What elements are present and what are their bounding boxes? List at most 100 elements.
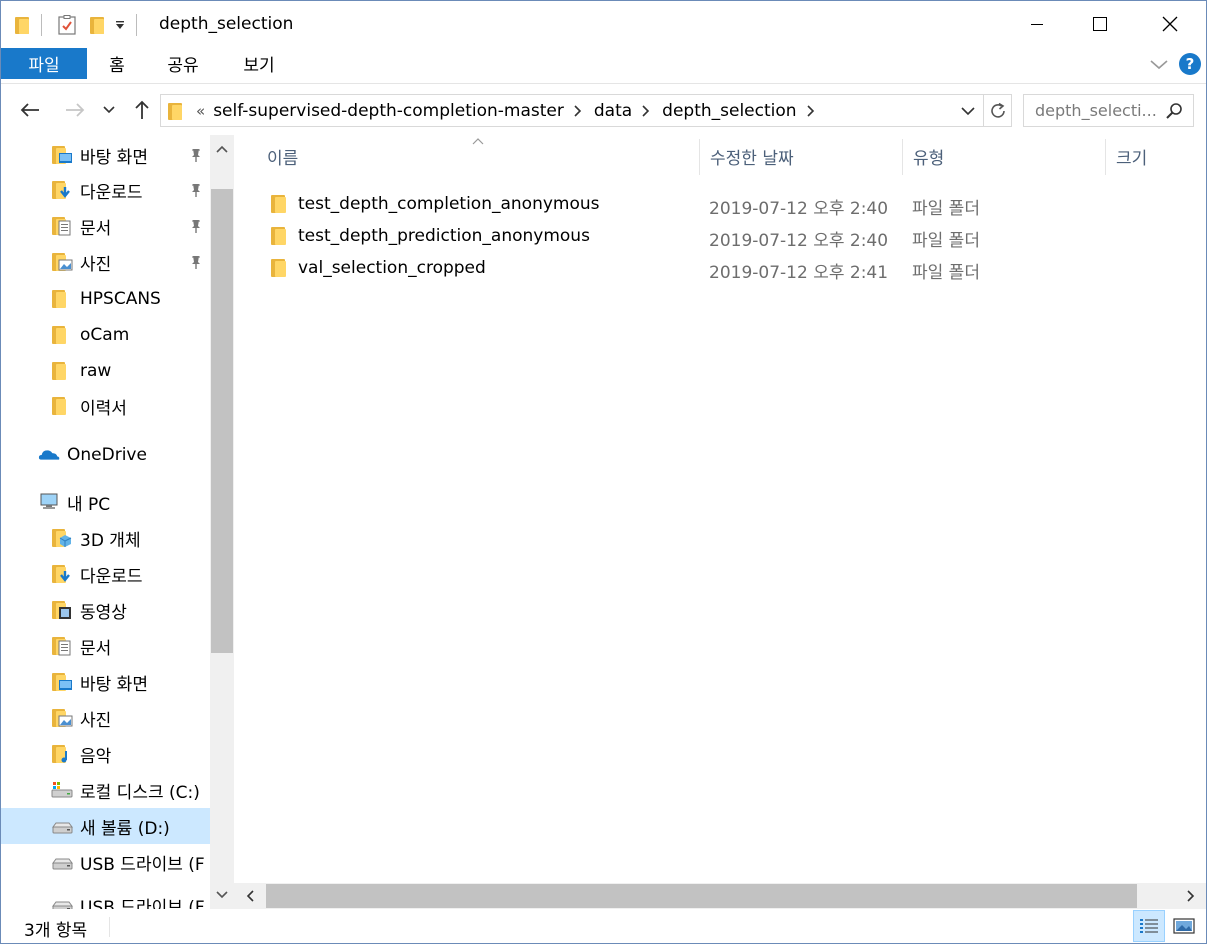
title-divider <box>136 14 137 36</box>
window-title: depth_selection <box>159 14 294 34</box>
3d-objects-icon <box>52 529 72 547</box>
content-horizontal-scrollbar[interactable] <box>234 883 1206 909</box>
column-header-modified[interactable]: 수정한 날짜 <box>710 135 794 177</box>
tab-view[interactable]: 보기 <box>233 47 285 79</box>
scroll-right-icon[interactable] <box>1187 890 1195 902</box>
column-divider[interactable] <box>1105 139 1106 175</box>
forward-button[interactable] <box>62 97 88 123</box>
this-pc-item[interactable]: 다운로드 <box>1 556 210 592</box>
desktop-folder-icon <box>52 146 72 164</box>
breadcrumb-depth-selection[interactable]: depth_selection <box>662 101 796 121</box>
properties-icon[interactable] <box>58 15 76 35</box>
column-header-type[interactable]: 유형 <box>913 135 944 177</box>
quick-access-item[interactable]: raw <box>1 353 210 389</box>
quick-access-item[interactable]: oCam <box>1 317 210 353</box>
tab-file[interactable]: 파일 <box>1 48 87 79</box>
this-pc-item[interactable]: 바탕 화면 <box>1 664 210 700</box>
sort-ascending-icon <box>472 138 484 145</box>
details-view-button[interactable] <box>1133 910 1165 942</box>
breadcrumb-data[interactable]: data <box>594 101 632 121</box>
downloads-folder-icon <box>52 565 70 583</box>
nav-item-label: 내 PC <box>67 494 111 515</box>
this-pc-item[interactable]: 3D 개체 <box>1 520 210 556</box>
documents-folder-icon <box>52 217 71 236</box>
minimize-button[interactable] <box>1014 1 1060 47</box>
maximize-button[interactable] <box>1077 1 1123 47</box>
scroll-down-icon[interactable] <box>216 891 228 899</box>
address-bar[interactable]: « self-supervised-depth-completion-maste… <box>160 94 984 127</box>
quick-access-item[interactable]: 바탕 화면 <box>1 137 210 173</box>
nav-item-this-pc[interactable]: 내 PC <box>1 484 210 520</box>
file-row[interactable]: val_selection_cropped 2019-07-12 오후 2:41… <box>264 252 1134 284</box>
help-icon[interactable]: ? <box>1179 53 1201 75</box>
column-header-size[interactable]: 크기 <box>1116 135 1147 177</box>
chevron-right-icon[interactable] <box>642 104 650 117</box>
recent-locations-button[interactable] <box>98 97 120 123</box>
scroll-left-icon[interactable] <box>246 890 254 902</box>
nav-item-label: 음악 <box>80 746 112 767</box>
folder-icon <box>52 290 66 308</box>
scroll-up-icon[interactable] <box>216 145 228 153</box>
close-icon <box>1162 16 1178 32</box>
this-pc-item[interactable]: 문서 <box>1 628 210 664</box>
nav-item-label: 문서 <box>80 218 112 239</box>
back-button[interactable] <box>17 97 43 123</box>
large-icons-view-button[interactable] <box>1168 910 1200 942</box>
column-header-name[interactable]: 이름 <box>267 135 298 177</box>
nav-item-label: USB 드라이브 (F <box>80 897 205 910</box>
up-button[interactable] <box>129 97 155 123</box>
nav-item-label: oCam <box>80 325 130 345</box>
close-button[interactable] <box>1147 1 1193 47</box>
expand-ribbon-icon[interactable] <box>1148 53 1170 75</box>
quick-access-item[interactable]: 문서 <box>1 208 210 244</box>
customize-toolbar-icon[interactable] <box>114 19 126 31</box>
pin-icon[interactable] <box>188 218 204 234</box>
up-arrow-icon <box>135 100 149 119</box>
item-count: 3개 항목 <box>24 921 88 941</box>
file-modified: 2019-07-12 오후 2:41 <box>709 263 889 283</box>
pin-icon[interactable] <box>188 147 204 163</box>
this-pc-item[interactable]: 새 볼륨 (D:) <box>1 808 210 844</box>
refresh-button[interactable] <box>984 94 1012 127</box>
nav-item-label: 사진 <box>80 710 112 731</box>
chevron-right-icon[interactable] <box>806 104 815 117</box>
this-pc-item[interactable]: USB 드라이브 (F <box>1 844 210 880</box>
column-divider[interactable] <box>902 139 903 175</box>
music-folder-icon <box>52 745 67 763</box>
horizontal-scroll-thumb[interactable] <box>266 884 1137 908</box>
nav-scroll-thumb[interactable] <box>211 189 233 653</box>
file-row[interactable]: test_depth_prediction_anonymous 2019-07-… <box>264 220 1134 252</box>
this-pc-item[interactable]: 사진 <box>1 700 210 736</box>
tab-share[interactable]: 공유 <box>157 47 209 79</box>
nav-item-label: 동영상 <box>80 602 127 623</box>
search-icon[interactable] <box>1165 102 1183 120</box>
chevron-right-icon[interactable] <box>574 104 582 117</box>
new-folder-icon[interactable] <box>90 16 104 34</box>
nav-item-onedrive[interactable]: OneDrive <box>1 437 210 473</box>
quick-access-item[interactable]: HPSCANS <box>1 281 210 317</box>
quick-access-item[interactable]: 다운로드 <box>1 172 210 208</box>
nav-item-label: 3D 개체 <box>80 530 141 551</box>
pin-icon[interactable] <box>188 254 204 270</box>
this-pc-item[interactable]: 로컬 디스크 (C:) <box>1 772 210 808</box>
breadcrumb-project[interactable]: self-supervised-depth-completion-master <box>213 101 564 121</box>
this-pc-item[interactable]: USB 드라이브 (F <box>1 887 210 909</box>
nav-item-label: HPSCANS <box>80 289 161 309</box>
column-divider[interactable] <box>699 139 700 175</box>
folder-icon <box>271 195 286 213</box>
breadcrumb-overflow[interactable]: « <box>196 102 205 120</box>
this-pc-item[interactable]: 음악 <box>1 736 210 772</box>
search-box[interactable]: depth_selecti... <box>1023 94 1194 127</box>
this-pc-item[interactable]: 동영상 <box>1 592 210 628</box>
file-modified: 2019-07-12 오후 2:40 <box>709 199 889 219</box>
quick-access-item[interactable]: 이력서 <box>1 388 210 424</box>
status-bar: 3개 항목 <box>1 909 1206 943</box>
address-dropdown-icon[interactable] <box>961 106 975 116</box>
pin-icon[interactable] <box>188 182 204 198</box>
nav-scrollbar[interactable] <box>210 135 234 909</box>
tab-home[interactable]: 홈 <box>97 47 137 79</box>
nav-item-label: 다운로드 <box>80 182 143 203</box>
file-row[interactable]: test_depth_completion_anonymous 2019-07-… <box>264 188 1134 220</box>
refresh-icon <box>990 102 1005 118</box>
quick-access-item[interactable]: 사진 <box>1 244 210 280</box>
